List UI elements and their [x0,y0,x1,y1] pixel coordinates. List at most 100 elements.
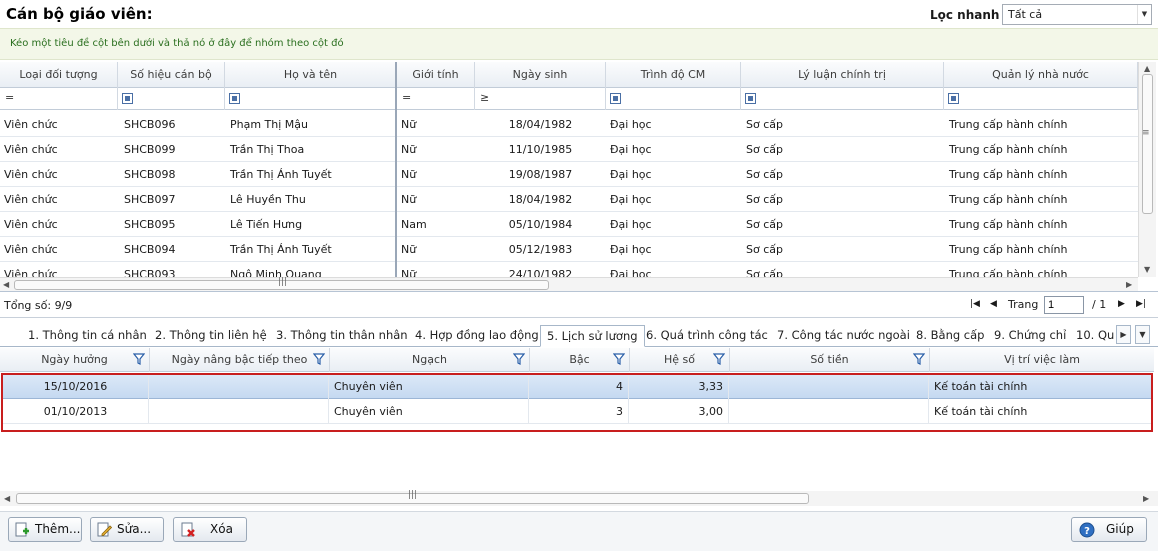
column-header-label: Số tiền [810,353,849,366]
filter-cell-staff-id[interactable] [118,88,225,110]
cell-grade: 3 [529,399,629,424]
scroll-left-icon[interactable]: ◀ [3,280,9,289]
table-row[interactable]: Viên chức SHCB096 Phạm Thị Mậu Nữ 18/04/… [0,112,1138,137]
table-row[interactable]: Viên chức SHCB099 Trần Thị Thoa Nữ 11/10… [0,137,1138,162]
page-input[interactable] [1044,296,1084,314]
cell-gender: Nữ [401,243,417,256]
cell-birth-date: 18/04/1982 [508,193,573,206]
filter-cell-state-management[interactable] [944,88,1138,110]
edit-button[interactable]: Sửa... [90,517,164,542]
cell-qualification: Đại học [610,168,652,181]
grip-icon: ||| [278,277,288,287]
table-row[interactable]: Viên chức SHCB094 Trần Thị Ánh Tuyết Nữ … [0,237,1138,262]
filter-cell-qualification[interactable] [606,88,741,110]
tab-menu-icon[interactable]: ▼ [1135,325,1150,344]
cell-state-management: Trung cấp hành chính [949,243,1068,256]
filter-cell-political-theory[interactable] [741,88,944,110]
delete-button[interactable]: Xóa [173,517,247,542]
next-page-icon[interactable]: ▶ [1118,299,1125,309]
column-header-next-raise-date[interactable]: Ngày nâng bậc tiếp theo [150,348,330,372]
filter-checkbox-icon[interactable] [122,93,133,104]
filter-checkbox-icon[interactable] [229,93,240,104]
tab-contact-info[interactable]: 2. Thông tin liên hệ [149,325,273,347]
scroll-right-icon[interactable]: ▶ [1126,280,1132,289]
quick-filter-select[interactable]: Tất cả ▼ [1002,4,1152,25]
tab-work-history[interactable]: 6. Quá trình công tác [640,325,774,347]
edit-icon [97,522,112,537]
tab-labor-contract[interactable]: 4. Hợp đồng lao động [409,325,545,347]
cell-staff-id: SHCB095 [124,218,176,231]
tab-more[interactable]: 10. Qu [1070,325,1116,347]
filter-operator[interactable]: = [5,91,14,104]
table-row[interactable]: 15/10/2016 Chuyên viên 4 3,33 Kế toán tà… [3,374,1151,399]
column-header-amount[interactable]: Số tiền [730,348,930,372]
filter-icon[interactable] [713,353,725,365]
add-button[interactable]: Thêm... [8,517,82,542]
column-header-state-management[interactable]: Quản lý nhà nước [944,62,1138,88]
table-row[interactable]: Viên chức SHCB093 Ngô Minh Quang Nữ 24/1… [0,262,1138,277]
tab-certificates[interactable]: 9. Chứng chỉ [988,325,1072,347]
tab-degrees[interactable]: 8. Bằng cấp [910,325,990,347]
horizontal-scrollbar[interactable]: ◀ ||| ▶ [0,490,1158,506]
filter-checkbox-icon[interactable] [610,93,621,104]
filter-icon[interactable] [913,353,925,365]
quick-filter-value: Tất cả [1008,8,1043,21]
column-header-political-theory[interactable]: Lý luận chính trị [741,62,944,88]
filter-cell-object-type[interactable]: = [0,88,118,110]
column-header-birth-date[interactable]: Ngày sinh [475,62,606,88]
horizontal-scrollbar[interactable]: ◀ ||| ▶ [0,277,1138,291]
filter-checkbox-icon[interactable] [948,93,959,104]
svg-text:?: ? [1084,526,1090,537]
last-page-icon[interactable]: ▶| [1136,299,1146,309]
column-header-qualification[interactable]: Trình độ CM [606,62,741,88]
tab-family-info[interactable]: 3. Thông tin thân nhân [270,325,414,347]
frozen-column-divider[interactable] [395,62,397,277]
scroll-right-icon[interactable]: ▶ [1143,494,1149,503]
column-header-grade[interactable]: Bậc [530,348,630,372]
table-row[interactable]: 01/10/2013 Chuyên viên 3 3,00 Kế toán tà… [3,399,1151,424]
scroll-down-icon[interactable]: ▼ [1144,265,1150,274]
filter-cell-full-name[interactable] [225,88,397,110]
filter-icon[interactable] [613,353,625,365]
footer-toolbar: Thêm... Sửa... Xóa ? Giúp [0,511,1158,551]
tab-overseas-work[interactable]: 7. Công tác nước ngoài [771,325,916,347]
table-row[interactable]: Viên chức SHCB095 Lê Tiến Hưng Nam 05/10… [0,212,1138,237]
filter-icon[interactable] [513,353,525,365]
tab-scroll-right-icon[interactable]: ▶ [1116,325,1131,344]
column-header-full-name[interactable]: Họ và tên [225,62,397,88]
vertical-scrollbar[interactable]: ▲ ≡ ▼ [1138,62,1156,277]
scroll-up-icon[interactable]: ▲ [1144,64,1150,73]
filter-operator[interactable]: = [402,91,411,104]
filter-cell-gender[interactable]: = [397,88,475,110]
column-header-staff-id[interactable]: Số hiệu cán bộ [118,62,225,88]
filter-cell-birth-date[interactable]: ≥ [475,88,606,110]
group-by-panel[interactable]: Kéo một tiêu đề cột bên dưới và thả nó ở… [0,28,1158,60]
prev-page-icon[interactable]: ◀ [990,299,997,309]
filter-checkbox-icon[interactable] [745,93,756,104]
column-header-gender[interactable]: Giới tính [397,62,475,88]
column-header-job-position[interactable]: Vị trí việc làm [930,348,1154,372]
scroll-thumb[interactable] [1142,74,1153,214]
help-button[interactable]: ? Giúp [1071,517,1147,542]
table-row[interactable]: Viên chức SHCB098 Trần Thị Ánh Tuyết Nữ … [0,162,1138,187]
first-page-icon[interactable]: |◀ [970,299,980,309]
cell-object-type: Viên chức [4,218,58,231]
column-header-start-date[interactable]: Ngày hưởng [0,348,150,372]
tab-personal-info[interactable]: 1. Thông tin cá nhân [22,325,153,347]
cell-grade: 4 [529,374,629,399]
column-header-coefficient[interactable]: Hệ số [630,348,730,372]
column-header-object-type[interactable]: Loại đối tượng [0,62,118,88]
column-header-rank[interactable]: Ngạch [330,348,530,372]
filter-operator[interactable]: ≥ [480,91,489,104]
detail-tabs: 1. Thông tin cá nhân 2. Thông tin liên h… [0,322,1158,347]
table-row[interactable]: Viên chức SHCB097 Lê Huyền Thu Nữ 18/04/… [0,187,1138,212]
filter-icon[interactable] [313,353,325,365]
tab-salary-history[interactable]: 5. Lịch sử lương [540,325,645,347]
scroll-left-icon[interactable]: ◀ [4,494,10,503]
filter-icon[interactable] [133,353,145,365]
cell-qualification: Đại học [610,143,652,156]
cell-rank: Chuyên viên [329,374,529,399]
chevron-down-icon[interactable]: ▼ [1137,5,1151,24]
cell-next-raise-date [149,374,329,399]
cell-state-management: Trung cấp hành chính [949,168,1068,181]
